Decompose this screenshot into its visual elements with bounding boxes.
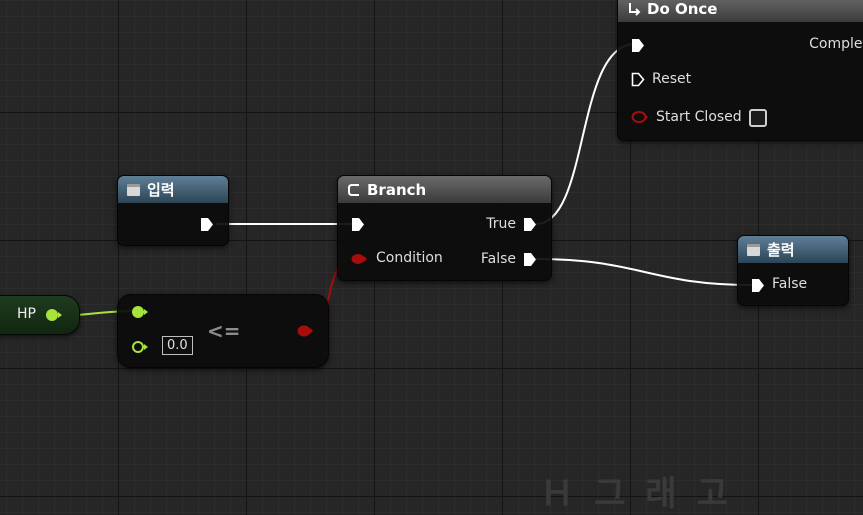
output-event-header[interactable]: 출력 [738, 236, 848, 263]
compare-node[interactable]: 0.0 <= [117, 294, 329, 368]
hp-variable-label: HP [17, 306, 36, 322]
branch-header[interactable]: Branch [338, 176, 551, 203]
do-once-title: Do Once [647, 0, 718, 18]
branch-false-label: False [480, 251, 516, 267]
compare-operator-label: <= [207, 319, 241, 343]
branch-false-pin[interactable] [523, 252, 537, 267]
do-once-node[interactable]: Do Once Complet Reset Start Closed [617, 0, 863, 141]
compare-value-input[interactable]: 0.0 [162, 336, 193, 355]
do-once-reset-pin[interactable] [631, 72, 645, 87]
do-once-exec-in-pin[interactable] [631, 38, 645, 53]
input-event-title: 입력 [147, 181, 175, 199]
branch-icon [346, 182, 361, 197]
do-once-completed-label: Complet [809, 36, 863, 52]
event-box-icon [746, 243, 761, 257]
do-once-icon [626, 2, 641, 16]
input-event-exec-out-pin[interactable] [200, 217, 214, 232]
input-event-node[interactable]: 입력 [117, 175, 229, 246]
hp-variable-node[interactable]: HP [0, 295, 80, 335]
event-box-icon [126, 183, 141, 197]
branch-exec-in-pin[interactable] [351, 217, 365, 232]
branch-true-pin[interactable] [523, 217, 537, 232]
compare-input-b-pin[interactable] [131, 340, 149, 354]
branch-node[interactable]: Branch True Condition False [337, 175, 552, 281]
branch-title: Branch [367, 180, 427, 199]
output-event-false-pin[interactable] [751, 278, 765, 293]
do-once-start-closed-label: Start Closed [656, 109, 742, 125]
hp-variable-out-pin[interactable] [45, 308, 63, 322]
output-event-node[interactable]: 출력 False [737, 235, 849, 306]
do-once-header[interactable]: Do Once [618, 0, 863, 22]
watermark-text: Ｈ그래고 [540, 474, 748, 514]
branch-condition-label: Condition [376, 250, 443, 266]
output-event-false-label: False [772, 276, 808, 292]
output-event-title: 출력 [767, 241, 795, 259]
compare-output-pin[interactable] [296, 324, 314, 338]
do-once-reset-label: Reset [652, 71, 692, 87]
do-once-start-closed-checkbox[interactable] [749, 109, 767, 127]
branch-true-label: True [486, 216, 516, 232]
input-event-header[interactable]: 입력 [118, 176, 228, 203]
branch-condition-pin[interactable] [350, 252, 368, 266]
do-once-start-closed-pin[interactable] [631, 110, 649, 124]
compare-input-a-pin[interactable] [131, 305, 149, 319]
exec-wire-false-to-output [535, 258, 753, 286]
